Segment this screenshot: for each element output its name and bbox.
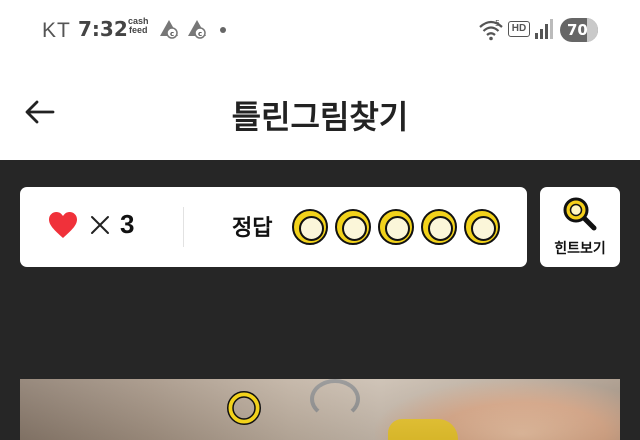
hint-button[interactable]: 힌트보기: [540, 187, 620, 267]
answer-slot-icon: [335, 209, 371, 245]
hint-label: 힌트보기: [554, 241, 606, 257]
status-card: 3 정답: [20, 187, 527, 267]
battery-empty-portion: [587, 18, 598, 42]
answer-slot-icon: [378, 209, 414, 245]
times-icon: [91, 216, 109, 234]
divider: [183, 207, 184, 247]
status-bar: KT 7:32 cash feed c c 5 HD 70: [0, 0, 640, 62]
notification-icon: c: [188, 20, 206, 39]
svg-text:c: c: [198, 30, 202, 38]
answer-slot-icon: [464, 209, 500, 245]
found-marker-icon: [227, 391, 261, 425]
answer-slot-icon: [292, 209, 328, 245]
page-title: 틀린그림찾기: [231, 98, 409, 136]
wifi-band-label: 5: [495, 19, 500, 28]
answer-slot-icon: [421, 209, 457, 245]
puzzle-image[interactable]: [20, 379, 620, 440]
more-notifications-dot: [220, 27, 226, 33]
cashfeed-logo: cash feed: [128, 16, 149, 35]
battery-indicator: 70: [560, 18, 598, 42]
magnifier-icon: [563, 197, 597, 231]
signal-icon: [535, 19, 553, 39]
lives-count: 3: [120, 209, 135, 239]
notification-icon: c: [160, 20, 178, 39]
answer-slots: [292, 209, 500, 245]
app-header: 틀린그림찾기: [0, 62, 640, 160]
game-area: 3 정답 힌트보기: [0, 160, 640, 440]
carrier-label: KT: [42, 19, 71, 42]
svg-text:c: c: [170, 30, 174, 38]
answer-label: 정답: [232, 216, 273, 241]
wifi-icon: 5: [479, 19, 503, 41]
photo-shade: [20, 379, 620, 440]
battery-level: 70: [567, 21, 588, 39]
clock: 7:32: [78, 17, 128, 41]
heart-icon: [49, 212, 77, 238]
hd-icon: HD: [508, 21, 530, 37]
